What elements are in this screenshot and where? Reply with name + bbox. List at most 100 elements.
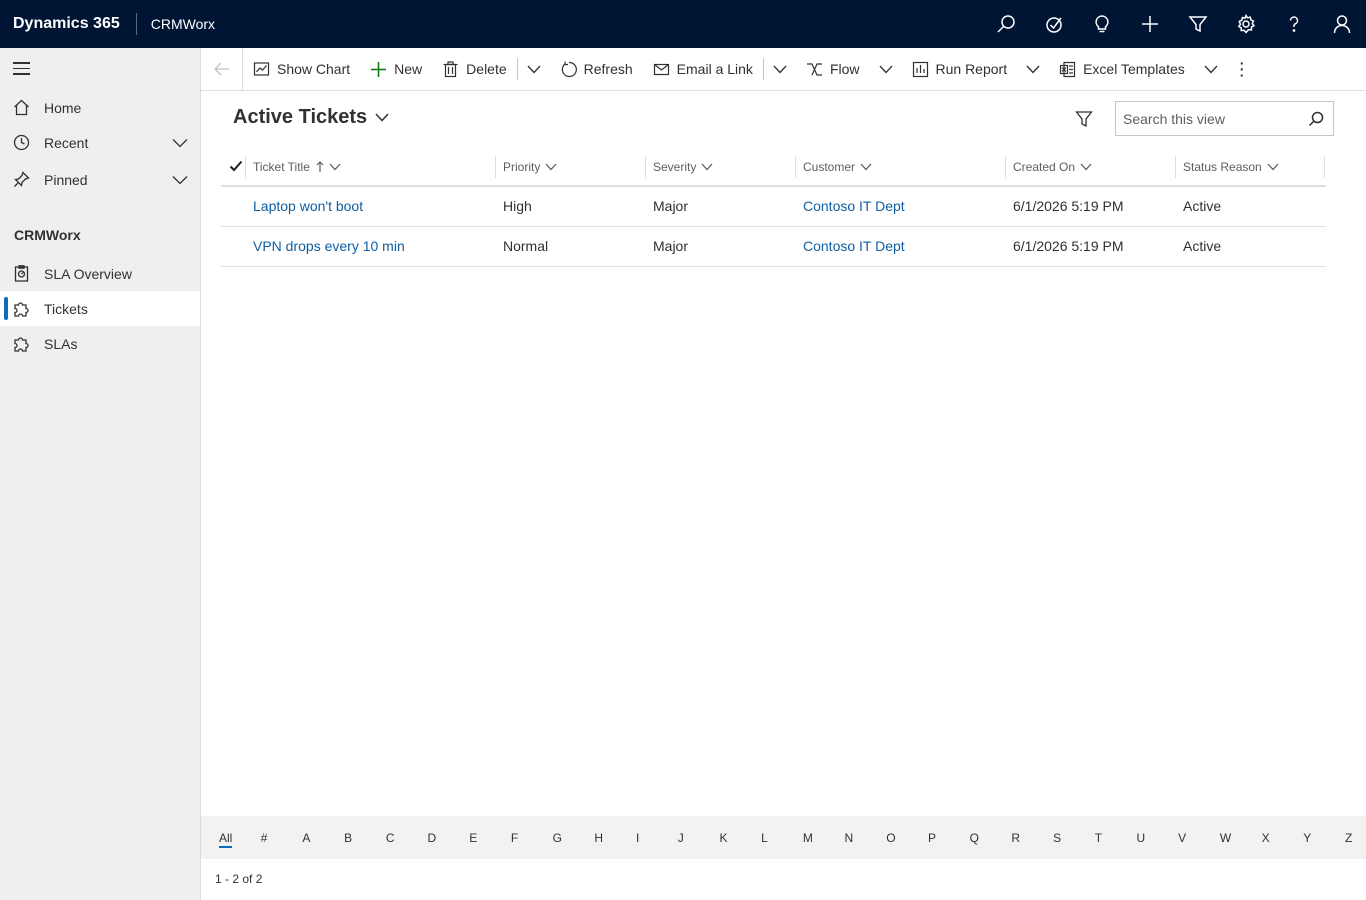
email-link-label: Email a Link (676, 61, 753, 77)
jump-letter[interactable]: F (511, 831, 518, 845)
jump-letter[interactable]: J (678, 831, 684, 845)
jump-all[interactable]: All (219, 831, 233, 848)
column-header-severity[interactable]: Severity (645, 156, 713, 178)
jump-letter[interactable]: I (636, 831, 639, 845)
show-chart-label: Show Chart (277, 61, 351, 77)
customer-link[interactable]: Contoso IT Dept (803, 238, 905, 254)
back-button[interactable] (201, 47, 243, 91)
jump-letter[interactable]: C (386, 831, 395, 845)
app-name[interactable]: CRMWorx (137, 16, 215, 32)
jump-letter[interactable]: L (761, 831, 768, 845)
sidebar-item-recent[interactable]: Recent (0, 125, 200, 160)
column-header-priority[interactable]: Priority (495, 156, 557, 178)
lightbulb-icon[interactable] (1078, 0, 1126, 48)
grid-header: Ticket Title Priority Severity Customer … (221, 147, 1326, 187)
jump-letter[interactable]: G (553, 831, 562, 845)
column-header-label: Priority (503, 160, 541, 174)
column-header-status-reason[interactable]: Status Reason (1175, 156, 1325, 178)
refresh-button[interactable]: Refresh (550, 48, 643, 91)
view-selector[interactable]: Active Tickets (233, 106, 389, 129)
excel-templates-button[interactable]: Excel Templates (1049, 48, 1195, 91)
jump-letter[interactable]: R (1011, 831, 1020, 845)
sidebar-item-pinned[interactable]: Pinned (0, 162, 200, 197)
email-link-dropdown[interactable] (764, 48, 796, 91)
more-commands-icon[interactable]: ⋮ (1227, 48, 1257, 91)
column-header-customer[interactable]: Customer (795, 156, 872, 178)
flow-button[interactable]: Flow (796, 48, 870, 91)
jump-letter[interactable]: Z (1345, 831, 1352, 845)
jump-letter[interactable]: D (428, 831, 437, 845)
jump-letter[interactable]: B (344, 831, 352, 845)
column-header-label: Status Reason (1183, 160, 1262, 174)
chevron-down-icon (1204, 65, 1218, 73)
checkmark-icon (229, 160, 243, 172)
jump-letter[interactable]: P (928, 831, 936, 845)
search-input[interactable] (1116, 110, 1302, 127)
help-icon[interactable] (1270, 0, 1318, 48)
sidebar-item-slas[interactable]: SLAs (0, 326, 200, 361)
jump-letter[interactable]: W (1220, 831, 1231, 845)
jump-letter[interactable]: H (594, 831, 603, 845)
chevron-down-icon (1267, 163, 1279, 171)
sidebar-item-sla-overview[interactable]: SLA Overview (0, 256, 200, 291)
ticket-title-link[interactable]: Laptop won't boot (253, 198, 363, 214)
created-on-cell: 6/1/2026 5:19 PM (1013, 238, 1124, 254)
jump-letter[interactable]: A (302, 831, 310, 845)
sidebar-item-label: SLAs (44, 335, 78, 352)
jump-letter[interactable]: E (469, 831, 477, 845)
excel-templates-label: Excel Templates (1083, 61, 1185, 77)
flow-dropdown[interactable] (870, 48, 902, 91)
refresh-label: Refresh (583, 61, 633, 77)
table-row[interactable]: Laptop won't boot High Major Contoso IT … (221, 187, 1326, 227)
show-chart-button[interactable]: Show Chart (243, 48, 360, 91)
plus-icon[interactable] (1126, 0, 1174, 48)
gear-icon[interactable] (1222, 0, 1270, 48)
ticket-title-link[interactable]: VPN drops every 10 min (253, 238, 405, 254)
new-button[interactable]: New (360, 48, 432, 91)
sidebar-item-tickets[interactable]: Tickets (0, 291, 200, 326)
jump-letter[interactable]: X (1262, 831, 1270, 845)
select-all-checkbox[interactable] (229, 159, 243, 173)
home-icon (0, 99, 44, 116)
column-header-ticket-title[interactable]: Ticket Title (245, 156, 341, 178)
status-reason-cell: Active (1183, 198, 1222, 214)
jump-letter[interactable]: N (845, 831, 854, 845)
jump-letter[interactable]: M (803, 831, 813, 845)
search-icon[interactable] (982, 0, 1030, 48)
chevron-down-icon (879, 65, 892, 73)
jump-letter[interactable]: K (719, 831, 727, 845)
sidebar-item-home[interactable]: Home (0, 90, 200, 125)
brand-title[interactable]: Dynamics 365 (0, 13, 137, 35)
user-icon[interactable] (1318, 0, 1366, 48)
chevron-down-icon (1080, 163, 1092, 171)
sidebar-item-label: Recent (44, 134, 89, 151)
chevron-down-icon[interactable] (160, 175, 200, 185)
search-icon[interactable] (1302, 111, 1330, 127)
excel-templates-dropdown[interactable] (1195, 48, 1227, 91)
more-actions-dropdown[interactable] (518, 48, 550, 91)
chevron-down-icon[interactable] (160, 138, 200, 148)
email-icon (653, 63, 669, 75)
jump-letter[interactable]: # (261, 831, 268, 845)
delete-button[interactable]: Delete (432, 48, 516, 91)
sidebar-item-label: Home (44, 99, 82, 116)
column-header-created-on[interactable]: Created On (1005, 156, 1092, 178)
jump-letter[interactable]: T (1095, 831, 1102, 845)
task-icon[interactable] (1030, 0, 1078, 48)
filter-icon[interactable] (1174, 0, 1222, 48)
customer-link[interactable]: Contoso IT Dept (803, 198, 905, 214)
email-link-button[interactable]: Email a Link (643, 48, 763, 91)
jump-letter[interactable]: Y (1303, 831, 1311, 845)
hamburger-menu-icon[interactable] (13, 62, 33, 78)
table-row[interactable]: VPN drops every 10 min Normal Major Cont… (221, 227, 1326, 267)
filter-icon[interactable] (1075, 110, 1095, 130)
jump-letter[interactable]: O (886, 831, 895, 845)
alphabet-jump-bar: All # A B C D E F G H I J K L M N O P Q R S T U V W X Y Z (201, 816, 1366, 859)
priority-cell: Normal (503, 238, 549, 254)
jump-letter[interactable]: U (1136, 831, 1145, 845)
jump-letter[interactable]: S (1053, 831, 1061, 845)
run-report-button[interactable]: Run Report (902, 48, 1018, 91)
run-report-dropdown[interactable] (1017, 48, 1049, 91)
jump-letter[interactable]: Q (970, 831, 979, 845)
jump-letter[interactable]: V (1178, 831, 1186, 845)
